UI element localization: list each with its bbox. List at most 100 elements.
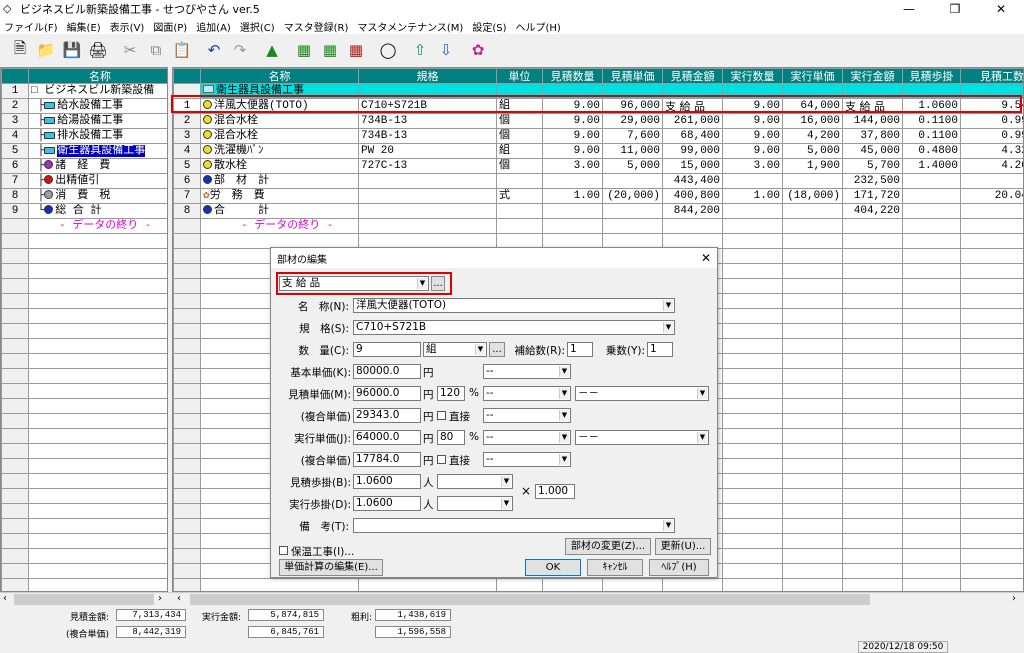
menu-settings[interactable]: 設定(S) bbox=[472, 19, 506, 34]
name-field[interactable]: 洋風大便器(TOTO) ▼ bbox=[353, 298, 675, 313]
unit-select[interactable]: 組 ▼ bbox=[423, 342, 487, 357]
minimize-button[interactable]: — bbox=[886, 0, 932, 18]
col-header-exec-qty[interactable]: 実行数量 bbox=[722, 68, 783, 84]
move-down-icon[interactable]: ⇩ bbox=[434, 38, 458, 62]
col-header-exec-amount[interactable]: 実行金額 bbox=[842, 68, 903, 84]
direct-checkbox-2[interactable] bbox=[437, 455, 446, 464]
cut-icon[interactable]: ✂ bbox=[118, 38, 142, 62]
tree-row[interactable]: 6 ├ 諸 経 費 bbox=[1, 158, 167, 174]
base-price-field[interactable]: 80000.0 bbox=[353, 364, 421, 379]
qty-field[interactable]: 9 bbox=[353, 342, 421, 357]
mult-field[interactable]: 1 bbox=[647, 342, 673, 357]
tree-row[interactable]: 4 ├ 排水設備工事 bbox=[1, 128, 167, 144]
tree-row[interactable]: 8 ├ 消 費 税 bbox=[1, 188, 167, 204]
col-header-coef[interactable]: 見積歩掛 bbox=[902, 68, 961, 84]
database-icon[interactable]: ◯ bbox=[376, 38, 400, 62]
menu-edit[interactable]: 編集(E) bbox=[67, 19, 101, 34]
table-row[interactable]: 3 混合水栓 734B-13 個 9.00 7,600 68,400 9.00 … bbox=[173, 128, 1023, 144]
exec-coef-select[interactable]: ▼ bbox=[437, 496, 513, 511]
move-up-icon[interactable]: ⇧ bbox=[408, 38, 432, 62]
est-coef-select[interactable]: ▼ bbox=[437, 474, 513, 489]
tree-row[interactable]: 3 ├ 給湯設備工事 bbox=[1, 113, 167, 129]
scroll-thumb-right[interactable] bbox=[190, 594, 870, 605]
est-method-select[interactable]: －－ ▼ bbox=[575, 386, 709, 401]
tree-row[interactable]: 7 ├ 出精値引 bbox=[1, 173, 167, 189]
table-row[interactable]: 4 洗濯機ﾊﾟﾝ PW 20 組 9.00 11,000 99,000 9.00… bbox=[173, 143, 1023, 159]
menu-add[interactable]: 追加(A) bbox=[196, 19, 231, 34]
tree-row[interactable]: 9 └ 総 合 計 bbox=[1, 203, 167, 219]
keep-warm-label[interactable]: 保温工事(I)... bbox=[291, 544, 354, 559]
col-header-name[interactable]: 名称 bbox=[200, 68, 359, 84]
scroll-right-icon[interactable]: › bbox=[1012, 593, 1016, 604]
scroll-right-icon[interactable]: › bbox=[158, 593, 162, 604]
unit-browse-button[interactable]: ... bbox=[489, 342, 505, 357]
menu-master-register[interactable]: マスタ登録(R) bbox=[284, 19, 349, 34]
base-option-select[interactable]: -- ▼ bbox=[483, 364, 571, 379]
new-file-icon[interactable]: 🗎 bbox=[8, 38, 32, 62]
print-icon[interactable]: 🖨 bbox=[86, 38, 110, 62]
sheet-icon-3[interactable]: ▦ bbox=[344, 38, 368, 62]
col-header-hours[interactable]: 見積工数 bbox=[960, 68, 1023, 84]
menu-file[interactable]: ファイル(F) bbox=[4, 19, 58, 34]
restore-button[interactable]: ❐ bbox=[932, 0, 978, 18]
close-button[interactable]: ✕ bbox=[978, 0, 1024, 18]
menu-master-maint[interactable]: マスタメンテナンス(M) bbox=[357, 19, 463, 34]
tree-row-selected[interactable]: 5 ├ 衛生器具設備工事 bbox=[1, 143, 167, 159]
redo-icon[interactable]: ↷ bbox=[228, 38, 252, 62]
open-folder-icon[interactable]: 📁 bbox=[34, 38, 58, 62]
horizontal-scrollbar[interactable]: ‹ › ‹ › bbox=[0, 592, 1024, 606]
cancel-button[interactable]: ｷｬﾝｾﾙ bbox=[587, 559, 643, 576]
copy-icon[interactable]: ⧉ bbox=[144, 38, 168, 62]
tree-row[interactable]: 2 ├ 給水設備工事 bbox=[1, 98, 167, 114]
compound-exec-select[interactable]: -- ▼ bbox=[483, 452, 571, 467]
ok-button[interactable]: OK bbox=[525, 559, 581, 576]
drawing-icon[interactable]: ▲ bbox=[260, 38, 284, 62]
compound-exec-field[interactable]: 17784.0 bbox=[353, 452, 421, 467]
table-row[interactable]: 8 合 計 844,200 404,220 bbox=[173, 203, 1023, 219]
keep-warm-checkbox[interactable] bbox=[279, 546, 288, 555]
col-header-exec-price[interactable]: 実行単価 bbox=[782, 68, 843, 84]
table-row[interactable]: 7 ✿労 務 費 式 1.00 (20,000) 400,800 1.00 (1… bbox=[173, 188, 1023, 204]
table-row[interactable]: 5 散水栓 727C-13 個 3.00 5,000 15,000 3.00 1… bbox=[173, 158, 1023, 174]
sheet-icon-1[interactable]: ▦ bbox=[292, 38, 316, 62]
col-header-qty[interactable]: 見積数量 bbox=[542, 68, 603, 84]
direct-checkbox-1[interactable] bbox=[437, 411, 446, 420]
menu-drawing[interactable]: 図面(P) bbox=[153, 19, 187, 34]
scroll-left-icon[interactable]: ‹ bbox=[3, 593, 7, 604]
col-header-spec[interactable]: 規格 bbox=[358, 68, 497, 84]
factor-field[interactable]: 1.000 bbox=[535, 484, 575, 499]
help-button[interactable]: ﾍﾙﾌﾟ(H) bbox=[649, 559, 709, 576]
exec-method-select[interactable]: －－ ▼ bbox=[575, 430, 709, 445]
menu-view[interactable]: 表示(V) bbox=[110, 19, 145, 34]
scroll-thumb-left[interactable] bbox=[14, 594, 154, 605]
col-header-unit[interactable]: 単位 bbox=[496, 68, 543, 84]
scroll-left-icon[interactable]: ‹ bbox=[177, 593, 181, 604]
menu-select[interactable]: 選択(C) bbox=[240, 19, 275, 34]
exec-rate-select[interactable]: -- ▼ bbox=[483, 430, 571, 445]
menu-help[interactable]: ヘルプ(H) bbox=[516, 19, 561, 34]
table-row[interactable]: 2 混合水栓 734B-13 個 9.00 29,000 261,000 9.0… bbox=[173, 113, 1023, 129]
est-pct-field[interactable]: 120 bbox=[437, 386, 465, 401]
supply-field[interactable]: 1 bbox=[567, 342, 593, 357]
change-material-button[interactable]: 部材の変更(Z)... bbox=[565, 538, 651, 555]
col-header-amount[interactable]: 見積金額 bbox=[662, 68, 723, 84]
compound-est-select[interactable]: -- ▼ bbox=[483, 408, 571, 423]
est-rate-select[interactable]: -- ▼ bbox=[483, 386, 571, 401]
exec-pct-field[interactable]: 80 bbox=[437, 430, 465, 445]
paste-icon[interactable]: 📋 bbox=[170, 38, 194, 62]
dialog-close-icon[interactable]: ✕ bbox=[701, 251, 711, 265]
sheet-icon-2[interactable]: ▦ bbox=[318, 38, 342, 62]
col-header-price[interactable]: 見積単価 bbox=[602, 68, 663, 84]
palette-icon[interactable]: ✿ bbox=[466, 38, 490, 62]
undo-icon[interactable]: ↶ bbox=[202, 38, 226, 62]
update-button[interactable]: 更新(U)... bbox=[655, 538, 711, 555]
est-price-field[interactable]: 96000.0 bbox=[353, 386, 421, 401]
spec-field[interactable]: C710+S721B ▼ bbox=[353, 320, 675, 335]
compound-est-field[interactable]: 29343.0 bbox=[353, 408, 421, 423]
exec-price-field[interactable]: 64000.0 bbox=[353, 430, 421, 445]
table-row[interactable]: 6 部 材 計 443,400 232,500 bbox=[173, 173, 1023, 189]
est-coef-field[interactable]: 1.0600 bbox=[353, 474, 421, 489]
exec-coef-field[interactable]: 1.0600 bbox=[353, 496, 421, 511]
save-icon[interactable]: 💾 bbox=[60, 38, 84, 62]
note-field[interactable]: ▼ bbox=[353, 518, 675, 533]
